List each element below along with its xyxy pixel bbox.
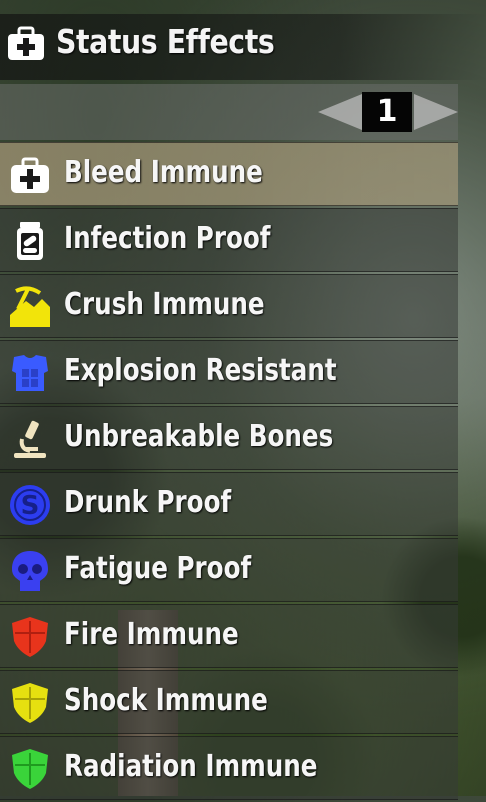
previous-page-arrow-icon[interactable] [318,94,362,130]
effect-label: Fatigue Proof [64,551,252,586]
effect-label: Explosion Resistant [64,353,337,388]
shield-icon [12,617,48,657]
medkit-icon [8,26,44,60]
list-item-unbreakable-bones[interactable]: Unbreakable Bones [0,406,458,470]
shield-icon [12,749,48,789]
microscope-icon [14,420,46,458]
armor-vest-icon [12,355,48,391]
list-item-bleed-immune[interactable]: Bleed Immune [0,142,458,206]
effect-label: Fire Immune [64,617,239,652]
page-number: 1 [362,92,412,132]
effect-label: Shock Immune [64,683,268,718]
coin-icon: S [10,485,50,525]
list-item-explosion-resistant[interactable]: Explosion Resistant [0,340,458,404]
list-item-fatigue-proof[interactable]: Fatigue Proof [0,538,458,602]
effect-label: Radiation Immune [64,749,318,784]
list-item-drunk-proof[interactable]: S Drunk Proof [0,472,458,536]
effect-label: Crush Immune [64,287,265,322]
skull-icon [12,551,48,591]
effect-label: Drunk Proof [64,485,232,520]
effect-label: Infection Proof [64,221,271,256]
list-item-radiation-immune[interactable]: Radiation Immune [0,736,458,800]
list-item-fire-immune[interactable]: Fire Immune [0,604,458,668]
pickaxe-rock-icon [10,286,50,327]
effect-label: Unbreakable Bones [64,419,334,454]
status-effects-list: Bleed Immune Infection Proof Crush Immun… [0,142,458,802]
pill-bottle-icon [17,222,43,260]
next-page-arrow-icon[interactable] [414,94,458,130]
medkit-icon [11,157,49,193]
list-item-shock-immune[interactable]: Shock Immune [0,670,458,734]
effect-label: Bleed Immune [64,155,263,190]
page-title: Status Effects [56,22,275,61]
svg-text:S: S [21,491,40,521]
list-item-infection-proof[interactable]: Infection Proof [0,208,458,272]
shield-icon [12,683,48,723]
list-item-crush-immune[interactable]: Crush Immune [0,274,458,338]
